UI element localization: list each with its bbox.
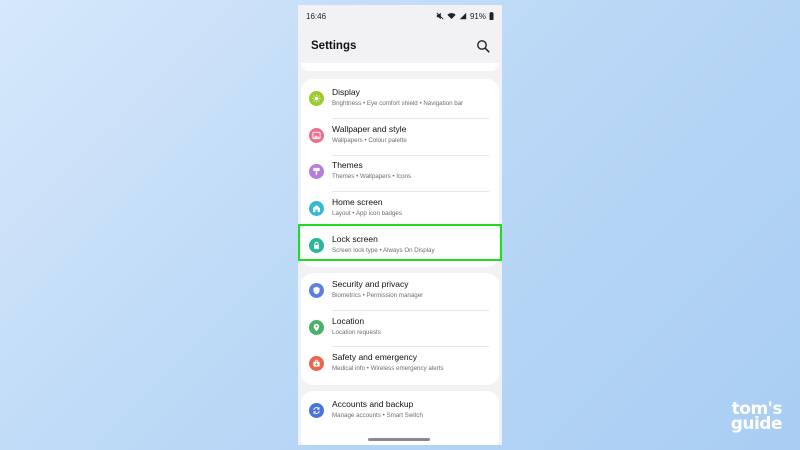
settings-item-lock-screen[interactable]: Lock screen Screen lock type • Always On… — [301, 228, 499, 264]
item-label: Home screen — [332, 197, 383, 207]
settings-item-security-privacy[interactable]: Security and privacy Biometrics • Permis… — [301, 273, 499, 309]
item-label: Lock screen — [332, 234, 378, 244]
item-subtitle: Brightness • Eye comfort shield • Naviga… — [332, 100, 464, 107]
item-subtitle: Layout • App icon badges — [332, 210, 402, 217]
home-icon — [309, 201, 324, 216]
battery-icon — [489, 12, 494, 20]
brush-icon — [309, 164, 324, 179]
home-indicator[interactable] — [368, 438, 430, 441]
settings-item-accounts-backup[interactable]: Accounts and backup Manage accounts • Sm… — [301, 393, 499, 429]
settings-header: Settings — [298, 35, 502, 57]
search-icon[interactable] — [476, 39, 490, 53]
lock-icon — [309, 238, 324, 253]
settings-group-display: Display Brightness • Eye comfort shield … — [301, 79, 499, 267]
settings-item-themes[interactable]: Themes Themes • Wallpapers • Icons — [301, 154, 499, 190]
settings-group-accounts: Accounts and backup Manage accounts • Sm… — [301, 391, 499, 445]
item-label: Wallpaper and style — [332, 124, 407, 134]
previous-card-edge — [301, 63, 499, 71]
logo-line-2: guide — [730, 414, 783, 434]
item-subtitle: Themes • Wallpapers • Icons — [332, 173, 412, 180]
sync-icon — [309, 403, 324, 418]
location-pin-icon — [309, 320, 324, 335]
item-subtitle: Manage accounts • Smart Switch — [332, 412, 423, 419]
battery-percent: 91% — [469, 11, 486, 21]
item-label: Accounts and backup — [332, 399, 414, 409]
mute-icon — [436, 12, 444, 20]
shield-icon — [309, 283, 324, 298]
item-label: Security and privacy — [332, 279, 409, 289]
wifi-icon — [447, 13, 456, 19]
item-subtitle: Wallpapers • Colour palette — [332, 137, 407, 144]
item-label: Location — [332, 316, 365, 326]
item-label: Display — [332, 87, 360, 97]
settings-item-wallpaper[interactable]: Wallpaper and style Wallpapers • Colour … — [301, 118, 499, 154]
toms-guide-logo: tom's guide — [730, 401, 783, 434]
image-icon — [309, 128, 324, 143]
sun-icon — [309, 91, 324, 106]
item-subtitle: Screen lock type • Always On Display — [332, 247, 435, 254]
settings-item-safety-emergency[interactable]: Safety and emergency Medical info • Wire… — [301, 346, 499, 382]
status-icons: 91% — [436, 12, 494, 21]
emergency-icon — [309, 356, 324, 371]
signal-icon — [459, 12, 467, 20]
item-subtitle: Medical info • Wireless emergency alerts — [332, 365, 444, 372]
item-label: Safety and emergency — [332, 352, 418, 362]
settings-item-display[interactable]: Display Brightness • Eye comfort shield … — [301, 81, 499, 117]
page-title: Settings — [311, 40, 357, 52]
item-subtitle: Biometrics • Permission manager — [332, 292, 424, 299]
item-label: Themes — [332, 160, 363, 170]
phone-screen: 16:46 91% Settings Display Brightness • … — [298, 5, 502, 445]
settings-item-location[interactable]: Location Location requests — [301, 310, 499, 346]
status-time: 16:46 — [306, 11, 327, 21]
settings-group-security: Security and privacy Biometrics • Permis… — [301, 273, 499, 385]
status-bar: 16:46 91% — [298, 5, 502, 27]
settings-item-home-screen[interactable]: Home screen Layout • App icon badges — [301, 191, 499, 227]
item-subtitle: Location requests — [332, 329, 381, 336]
